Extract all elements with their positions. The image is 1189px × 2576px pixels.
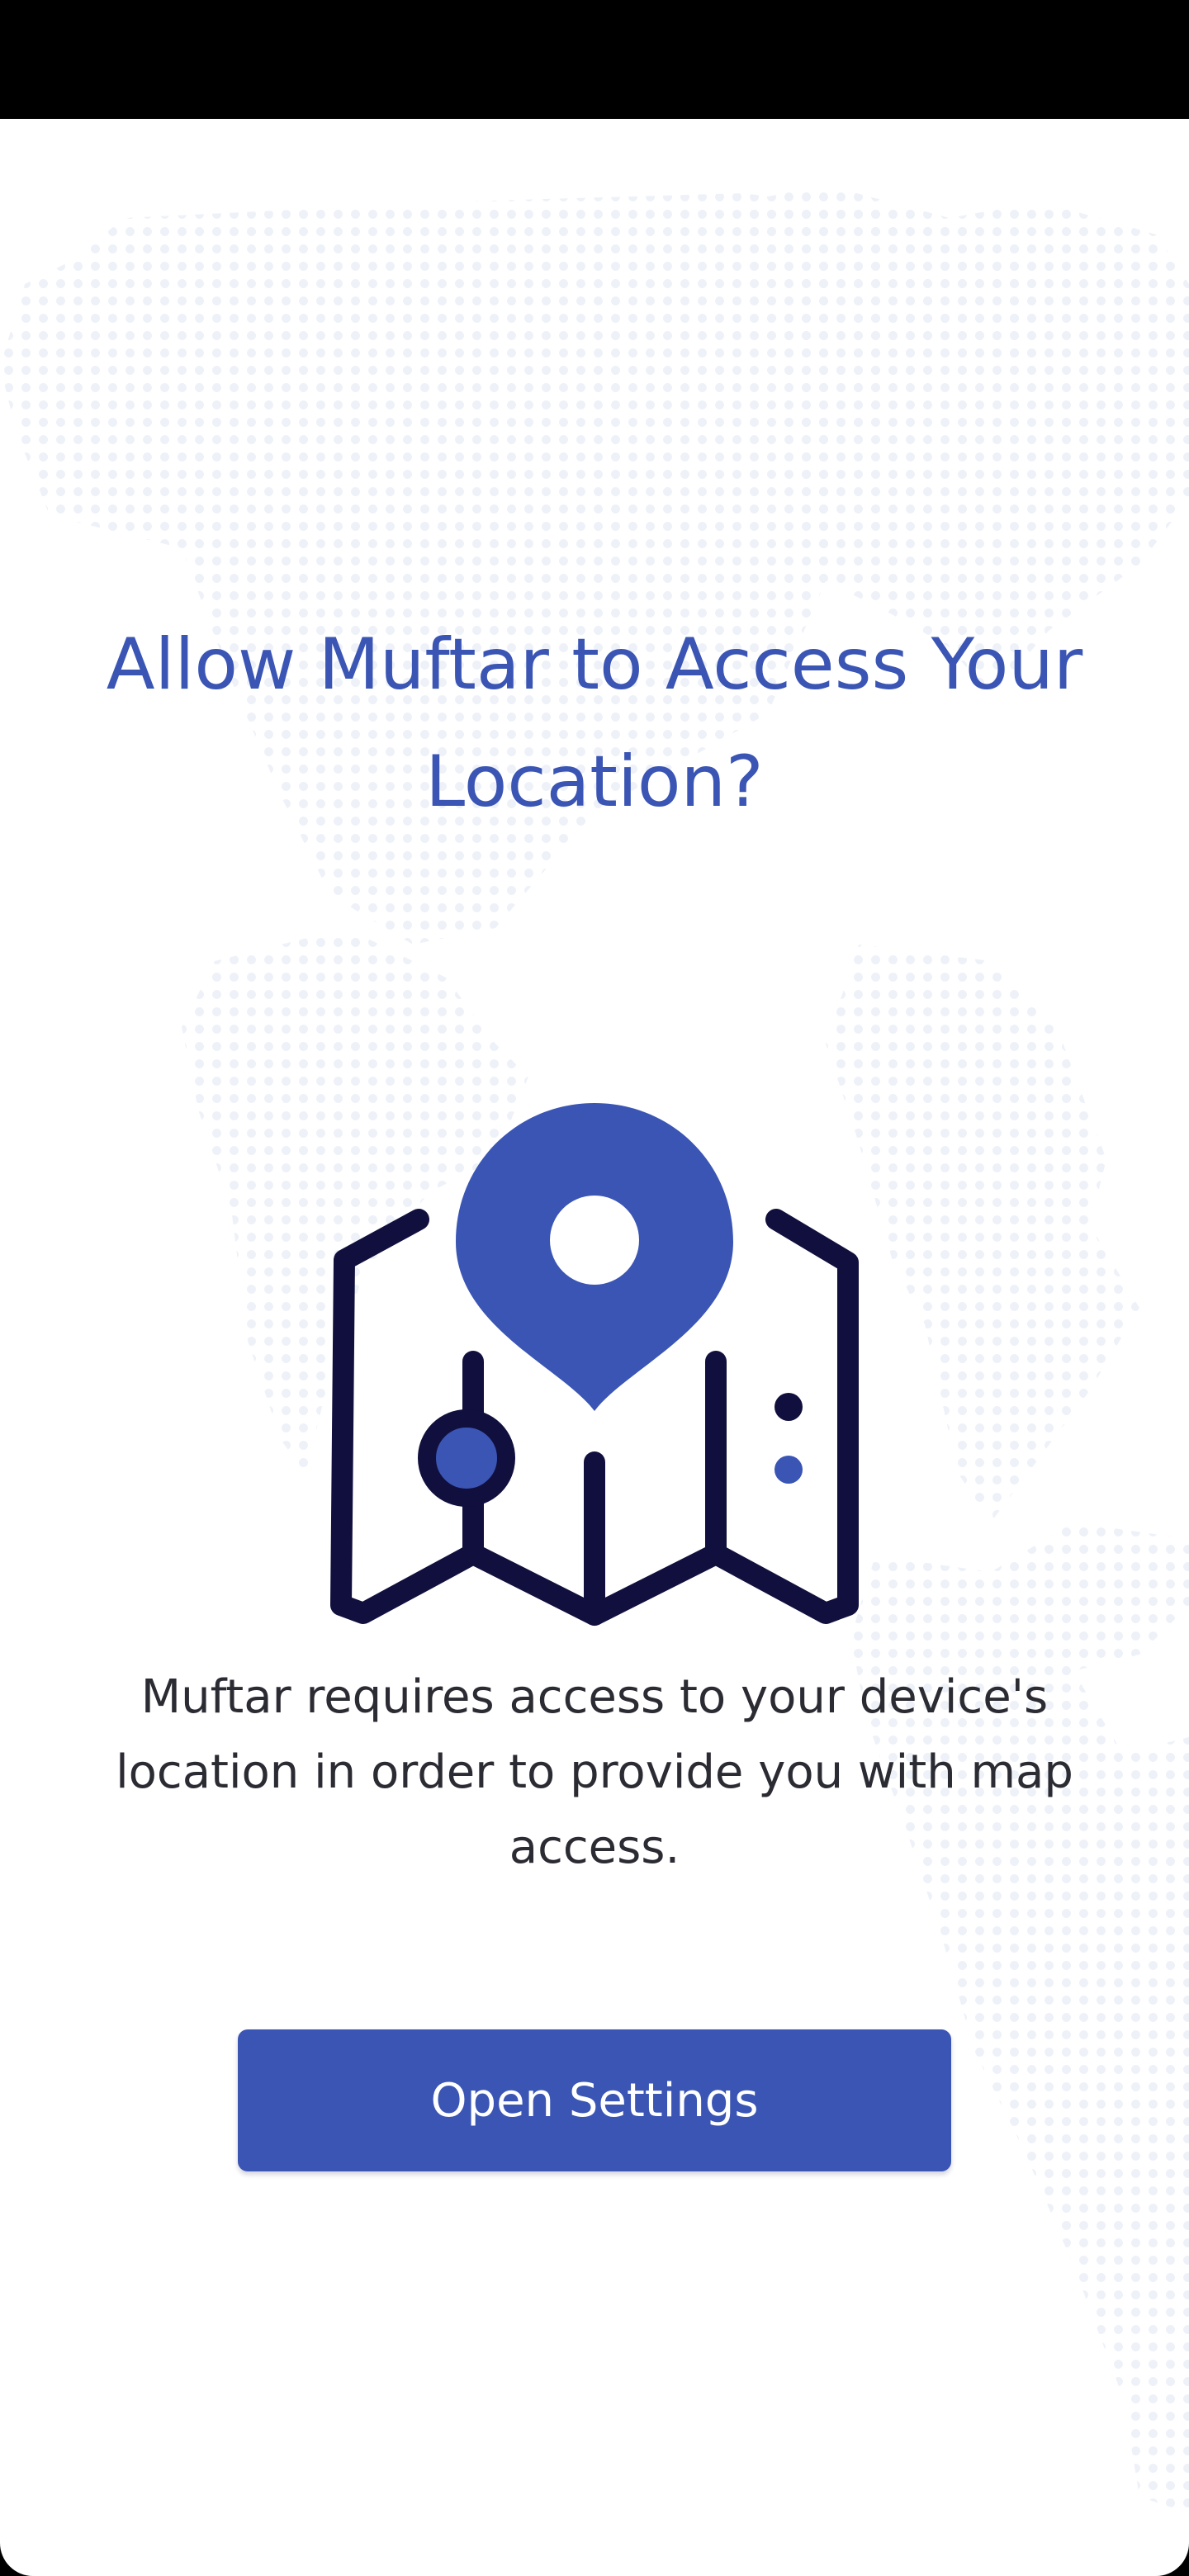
open-settings-button[interactable]: Open Settings	[238, 2029, 951, 2171]
location-permission-screen: Allow Muftar to Access Your Location? Mu…	[0, 119, 1189, 2576]
page-title: Allow Muftar to Access Your Location?	[106, 623, 1083, 823]
status-bar	[0, 0, 1189, 119]
permission-description: Muftar requires access to your device's …	[116, 1670, 1073, 1874]
map-location-pin-icon	[330, 1103, 859, 1626]
